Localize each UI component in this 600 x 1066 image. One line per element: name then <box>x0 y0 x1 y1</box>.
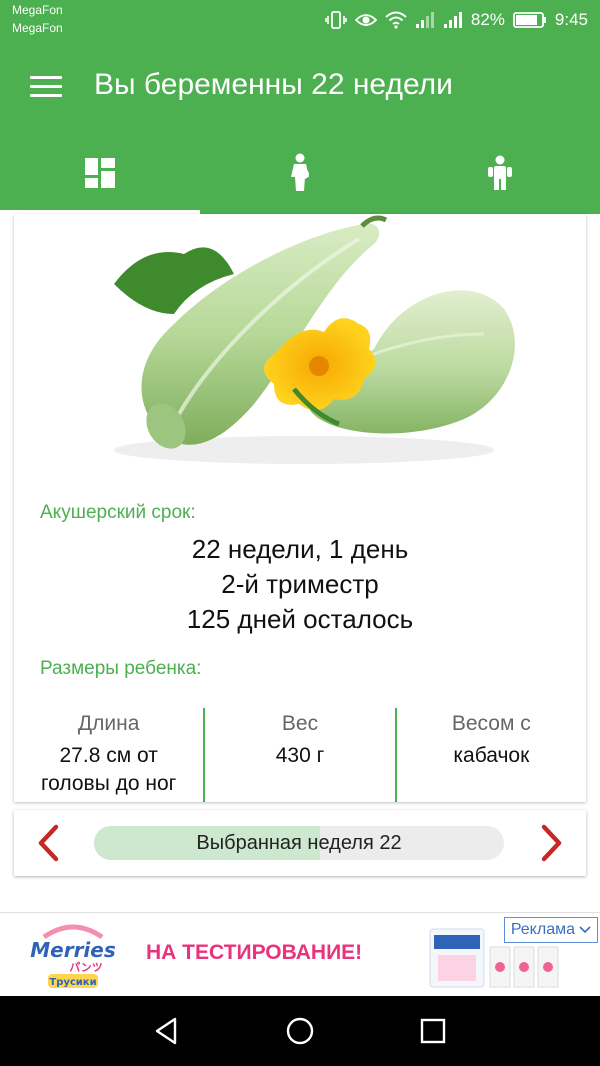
child-icon <box>486 155 514 195</box>
term-weeks-days: 22 недели, 1 день <box>191 534 409 564</box>
term-trimester: 2-й триместр <box>221 569 379 599</box>
week-progress-bar[interactable]: Выбранная неделя 22 <box>94 826 504 860</box>
back-icon[interactable] <box>150 1014 184 1048</box>
wifi-icon <box>385 11 407 29</box>
signal-icon <box>415 11 435 29</box>
size-weight-header: Вес <box>281 712 319 735</box>
obstetric-term: 22 недели, 1 день 2-й триместр 125 дней … <box>14 532 586 637</box>
size-length-value: 27.8 см от <box>59 744 158 767</box>
ad-label-text: Реклама <box>510 921 575 938</box>
battery-icon <box>513 12 547 28</box>
tab-bar <box>0 136 600 214</box>
battery-percent: 82% <box>470 10 505 29</box>
week-navigator: Выбранная неделя 22 <box>14 810 586 876</box>
baby-sizes-table: Длина 27.8 см от головы до ног Вес 430 г… <box>14 708 586 802</box>
tab-dashboard[interactable] <box>0 136 200 214</box>
size-weight-value: 430 г <box>275 744 325 767</box>
size-length-header: Длина <box>77 712 140 735</box>
signal-icon <box>443 11 463 29</box>
selected-week-label: Выбранная неделя 22 <box>196 831 402 854</box>
tab-mother[interactable] <box>200 136 400 214</box>
svg-text:パンツ: パンツ <box>69 961 103 974</box>
page-title: Вы беременны 22 недели <box>94 68 453 101</box>
chevron-right-icon[interactable] <box>536 824 566 862</box>
term-days-left: 125 дней осталось <box>186 604 414 634</box>
size-compare-value: кабачок <box>453 744 530 767</box>
app-bar: Вы беременны 22 недели <box>0 40 600 136</box>
chevron-down-icon <box>579 921 591 939</box>
hamburger-menu-icon[interactable] <box>30 76 62 98</box>
home-icon[interactable] <box>283 1014 317 1048</box>
size-compare-header: Весом с <box>451 712 531 735</box>
ad-label-badge[interactable]: Реклама <box>503 917 598 943</box>
system-navigation-bar <box>0 996 600 1066</box>
obstetric-term-label: Акушерский срок: <box>40 502 196 523</box>
baby-sizes-label: Размеры ребенка: <box>40 658 202 679</box>
eye-icon <box>354 12 377 28</box>
pregnancy-week-card: Акушерский срок: 22 недели, 1 день 2-й т… <box>14 214 586 802</box>
clock: 9:45 <box>554 10 588 29</box>
ad-headline: НА ТЕСТИРОВАНИЕ! <box>146 941 363 964</box>
svg-text:Merries: Merries <box>30 938 116 962</box>
zucchini-image <box>74 214 534 476</box>
recent-apps-icon[interactable] <box>416 1014 450 1048</box>
status-bar: MegaFon MegaFon 82% 9:45 <box>0 0 600 40</box>
carrier-name: MegaFon <box>12 3 63 17</box>
tab-child[interactable] <box>400 136 600 214</box>
vibrate-icon <box>325 11 347 29</box>
chevron-left-icon[interactable] <box>34 824 64 862</box>
svg-text:Трусики: Трусики <box>49 977 96 988</box>
dashboard-icon <box>84 157 116 193</box>
size-compare: Весом с кабачок <box>394 708 586 802</box>
carrier-name: MegaFon <box>12 21 63 35</box>
ad-brand-logo: Merries パンツ Трусики <box>30 919 116 989</box>
ad-banner[interactable]: Merries パンツ Трусики НА ТЕСТИРОВАНИЕ! Рек… <box>0 912 600 994</box>
mother-icon <box>285 153 315 197</box>
size-length: Длина 27.8 см от головы до ног <box>14 708 203 802</box>
size-length-value: головы до ног <box>40 772 177 795</box>
size-weight: Вес 430 г <box>203 708 394 802</box>
